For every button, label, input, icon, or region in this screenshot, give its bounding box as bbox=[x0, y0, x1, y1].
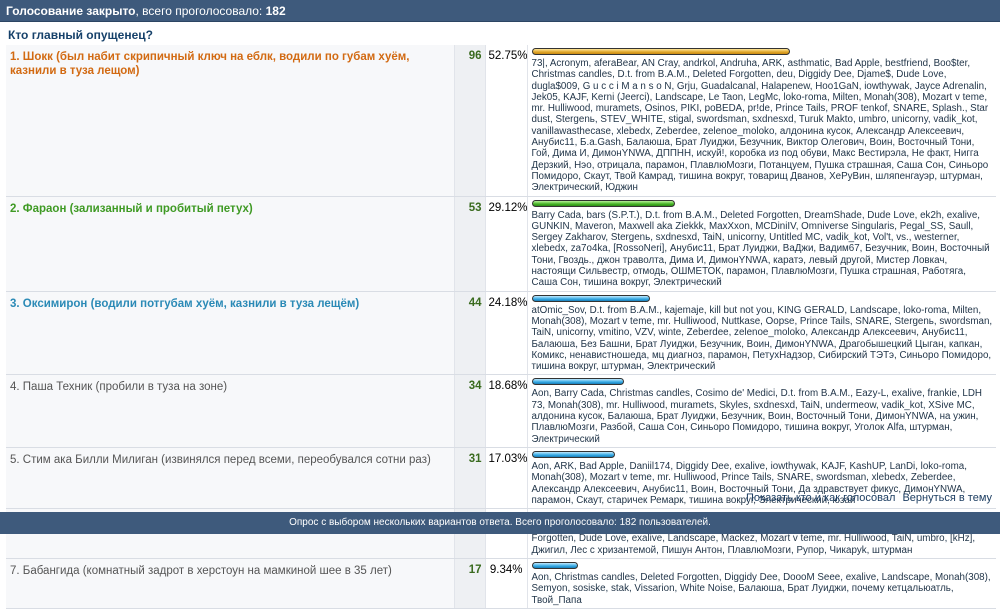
vote-bar-track bbox=[531, 199, 994, 208]
vote-bar-track bbox=[531, 378, 994, 386]
poll-option-votes: 17 bbox=[454, 558, 486, 609]
poll-status: Голосование закрыто bbox=[6, 4, 136, 18]
poll-option-votes: 96 bbox=[454, 45, 486, 197]
poll-option-votes: 53 bbox=[454, 196, 486, 292]
vote-bar bbox=[531, 294, 650, 302]
poll-option-label: 5. Стим ака Билли Милиган (извинялся пер… bbox=[6, 447, 455, 510]
poll-option-percent: 18.68% bbox=[485, 374, 528, 448]
poll-option-votes: 44 bbox=[454, 291, 486, 376]
voter-list: Aon, Barry Cada, Christmas candles, Cosi… bbox=[531, 388, 983, 445]
vote-bar bbox=[531, 450, 615, 458]
poll-links: Показать кто и как голосовал Вернуться в… bbox=[742, 492, 992, 504]
poll-option-details: Barry Cada, bars (S.P.T.), D.t. from B.A… bbox=[527, 196, 996, 292]
vote-bar bbox=[531, 378, 624, 386]
voter-list: atOmic_Sov, D.t. from B.A.M., kajemaje, … bbox=[531, 304, 993, 373]
vote-bar bbox=[531, 199, 675, 207]
poll-option-text: 5. Стим ака Билли Милиган (извинялся пер… bbox=[10, 453, 431, 466]
poll-option-percent: 24.18% bbox=[485, 291, 528, 376]
poll-option-label: 7. Бабангида (комнатный задрот в херстоу… bbox=[6, 558, 455, 609]
vote-bar-track bbox=[531, 561, 994, 570]
poll-option-text: 4. Паша Техник (пробили в туза на зоне) bbox=[10, 381, 228, 394]
vote-bar bbox=[531, 48, 790, 55]
vote-bar-track bbox=[531, 450, 994, 459]
poll-option-text: 7. Бабангида (комнатный задрот в херстоу… bbox=[10, 564, 392, 577]
poll-option-votes: 31 bbox=[454, 447, 486, 510]
poll-option-row: 4. Паша Техник (пробили в туза на зоне) 3… bbox=[6, 374, 996, 448]
poll-total-prefix: , всего проголосовало: bbox=[135, 4, 266, 18]
vote-bar-track bbox=[531, 48, 994, 56]
poll-option-details: 73|, Acronym, aferaBear, AN Cray, andrko… bbox=[527, 45, 996, 197]
poll-total-count: 182 bbox=[265, 4, 286, 18]
poll-option-text: 1. Шокк (был набит скрипичный ключ на еб… bbox=[10, 51, 410, 77]
poll-option-percent: 52.75% bbox=[485, 45, 528, 197]
voter-list: 73|, Acronym, aferaBear, AN Cray, andrko… bbox=[531, 58, 989, 194]
poll-option-percent: 17.03% bbox=[485, 447, 528, 510]
poll-option-text: 2. Фараон (зализанный и пробитый петух) bbox=[10, 202, 253, 215]
poll-option-label: 4. Паша Техник (пробили в туза на зоне) bbox=[6, 374, 455, 448]
poll-option-percent: 9.34% bbox=[485, 558, 528, 609]
poll-option-row: 3. Оксимирон (водили потгубам хуём, казн… bbox=[6, 291, 996, 376]
poll-option-details: Aon, Christmas candles, Deleted Forgotte… bbox=[527, 558, 996, 609]
poll-option-label: 2. Фараон (зализанный и пробитый петух) bbox=[6, 196, 455, 292]
poll-option-text: 3. Оксимирон (водили потгубам хуём, казн… bbox=[10, 297, 360, 310]
voter-list: Aon, Christmas candles, Deleted Forgotte… bbox=[531, 571, 991, 606]
poll-option-percent: 29.12% bbox=[485, 196, 528, 292]
poll-header-bar: Голосование закрыто, всего проголосовало… bbox=[0, 0, 1000, 22]
poll-option-label: 3. Оксимирон (водили потгубам хуём, казн… bbox=[6, 291, 455, 376]
poll-option-row: 7. Бабангида (комнатный задрот в херстоу… bbox=[6, 558, 996, 609]
vote-bar-track bbox=[531, 294, 994, 303]
back-to-topic-link[interactable]: Вернуться в тему bbox=[902, 492, 992, 504]
poll-option-details: atOmic_Sov, D.t. from B.A.M., kajemaje, … bbox=[527, 291, 996, 376]
show-voters-link[interactable]: Показать кто и как голосовал bbox=[746, 492, 895, 504]
poll-page: Голосование закрыто, всего проголосовало… bbox=[0, 0, 1000, 609]
poll-question: Кто главный опущенец? bbox=[8, 28, 153, 42]
poll-option-row: 1. Шокк (был набит скрипичный ключ на еб… bbox=[6, 45, 996, 197]
voter-list: Barry Cada, bars (S.P.T.), D.t. from B.A… bbox=[531, 209, 990, 289]
poll-option-details: Aon, Barry Cada, Christmas candles, Cosi… bbox=[527, 374, 996, 448]
vote-bar bbox=[531, 561, 578, 569]
poll-option-row: 2. Фараон (зализанный и пробитый петух) 5… bbox=[6, 196, 996, 292]
poll-option-votes: 34 bbox=[454, 374, 486, 448]
poll-option-label: 1. Шокк (был набит скрипичный ключ на еб… bbox=[6, 45, 455, 197]
poll-footer: Опрос с выбором нескольких вариантов отв… bbox=[0, 512, 1000, 534]
